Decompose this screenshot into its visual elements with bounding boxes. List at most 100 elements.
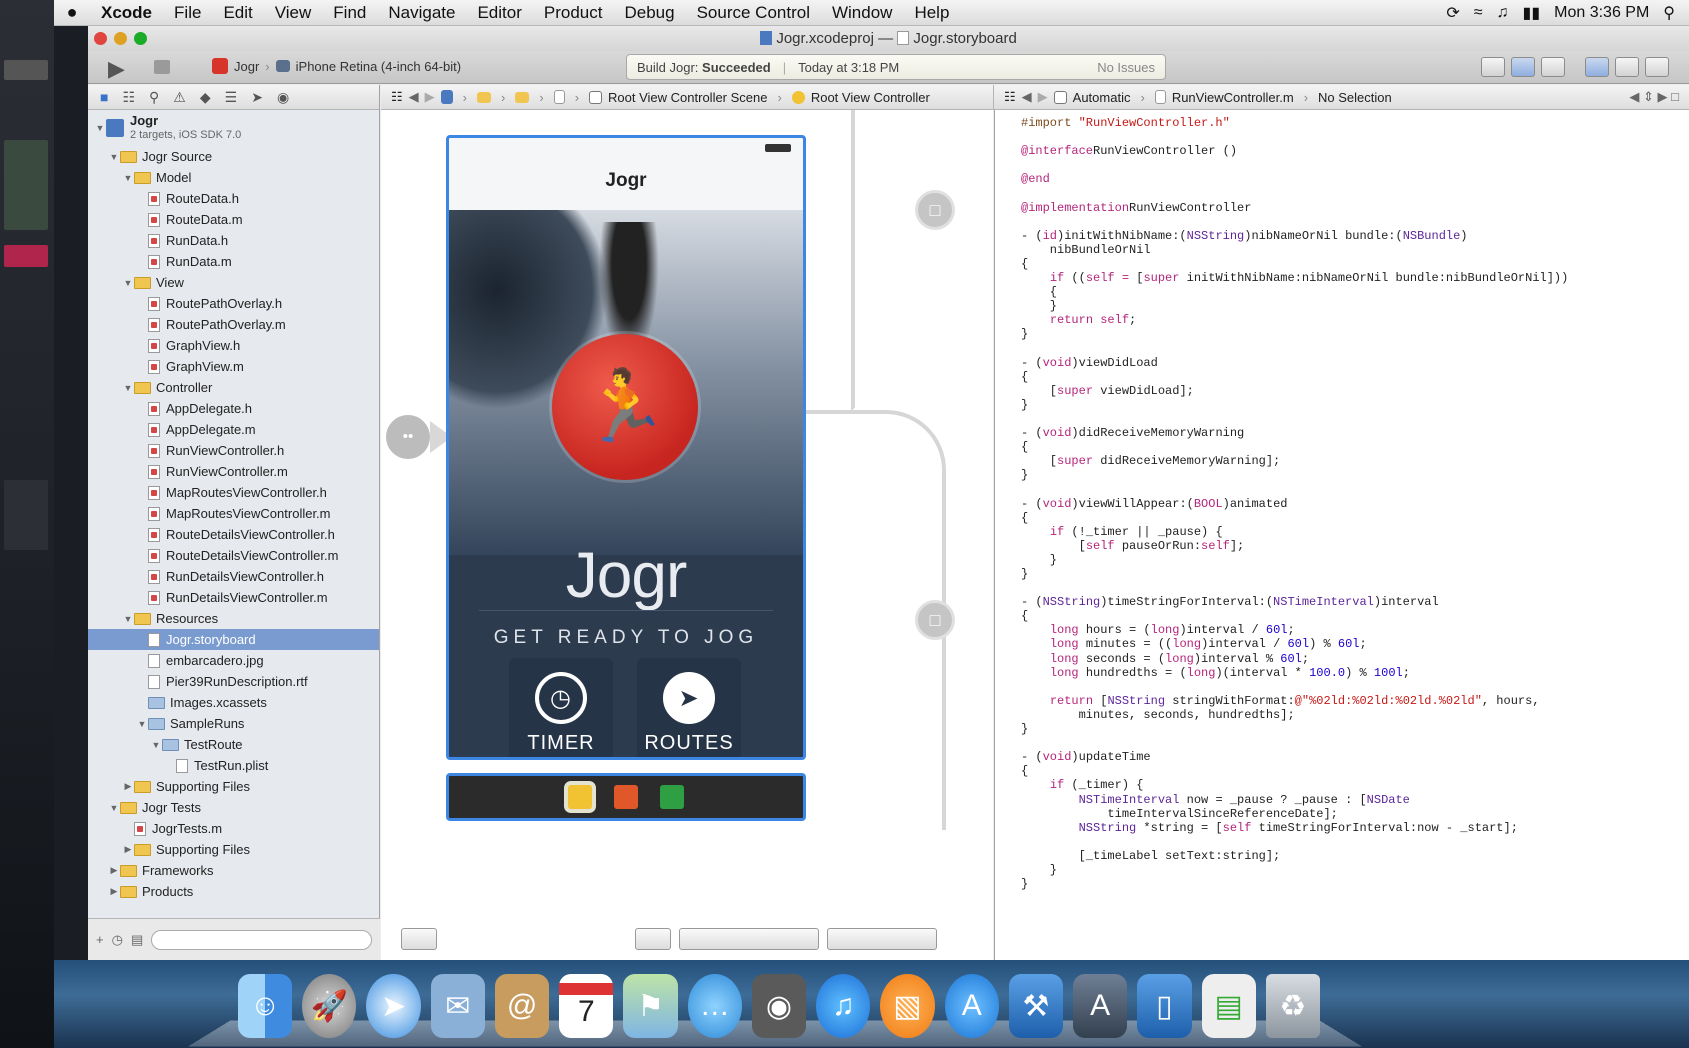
tree-item[interactable]: RouteDetailsViewController.m [88, 545, 379, 566]
tree-item[interactable]: RunData.h [88, 230, 379, 251]
tree-item[interactable]: RouteData.h [88, 188, 379, 209]
storyboard-canvas[interactable]: □ □ •• Jogr 🏃 Jogr GET READY TO JOG ◷ TI… [381, 85, 993, 960]
disclosure-triangle-icon[interactable]: ▼ [122, 278, 134, 288]
code-line[interactable]: } [1021, 722, 1689, 736]
code-line[interactable]: } [1021, 299, 1689, 313]
menu-app-name[interactable]: Xcode [90, 3, 163, 23]
scm-filter-icon[interactable]: ▤ [131, 932, 143, 948]
jump-project-icon[interactable] [440, 90, 453, 104]
code-line[interactable] [1021, 736, 1689, 750]
jump-folder-icon[interactable] [515, 91, 530, 103]
code-line[interactable]: } [1021, 567, 1689, 581]
code-line[interactable] [1021, 482, 1689, 496]
disclosure-triangle-icon[interactable]: ▶ [122, 781, 134, 792]
search-navigator-icon[interactable]: ⚲ [149, 89, 159, 106]
assistant-code-editor[interactable]: #import "RunViewController.h" @interfaceR… [994, 85, 1689, 960]
initial-scene-entry-icon[interactable]: •• [386, 415, 430, 459]
menu-edit[interactable]: Edit [212, 3, 263, 23]
apple-menu-icon[interactable]: ● [54, 2, 90, 23]
tree-item[interactable]: Images.xcassets [88, 692, 379, 713]
first-responder-icon[interactable] [614, 785, 638, 809]
jump-storyboard-icon[interactable] [553, 90, 565, 104]
preview-icon[interactable]: ▤ [1201, 974, 1256, 1038]
tree-item[interactable]: RouteDetailsViewController.h [88, 524, 379, 545]
trash-icon[interactable]: ♻ [1265, 974, 1320, 1038]
code-line[interactable]: @end [1021, 172, 1689, 186]
code-line[interactable]: nibBundleOrNil [1021, 243, 1689, 257]
log-navigator-icon[interactable]: ◉ [277, 89, 289, 106]
time-machine-icon[interactable]: ⟳ [1446, 3, 1459, 23]
forward-arrow-icon[interactable]: ▶ [425, 89, 435, 105]
disclosure-triangle-icon[interactable]: ▼ [122, 383, 134, 393]
code-line[interactable]: [_timeLabel setText:string]; [1021, 849, 1689, 863]
code-line[interactable]: if ((self = [super initWithNibName:nibNa… [1021, 271, 1689, 285]
disclosure-triangle-icon[interactable]: ▼ [108, 803, 120, 813]
disclosure-triangle-icon[interactable]: ▼ [136, 719, 148, 729]
tree-item[interactable]: Pier39RunDescription.rtf [88, 671, 379, 692]
tree-item[interactable]: embarcadero.jpg [88, 650, 379, 671]
code-line[interactable]: { [1021, 609, 1689, 623]
minimize-window-button[interactable] [114, 32, 127, 45]
menu-help[interactable]: Help [903, 3, 960, 23]
root-view-controller-scene[interactable]: Jogr 🏃 Jogr GET READY TO JOG ◷ TIMER ➤ R… [446, 135, 806, 760]
code-line[interactable]: [super didReceiveMemoryWarning]; [1021, 454, 1689, 468]
tree-item[interactable]: ▶ Supporting Files [88, 776, 379, 797]
assistant-editor-button[interactable] [1511, 57, 1535, 77]
standard-editor-button[interactable] [1481, 57, 1505, 77]
disclosure-triangle-icon[interactable]: ▶ [108, 865, 120, 876]
tree-item[interactable]: ▼ TestRoute [88, 734, 379, 755]
code-line[interactable]: NSTimeInterval now = _pause ? _pause : [… [1021, 793, 1689, 807]
itunes-icon[interactable]: ♫ [816, 974, 871, 1038]
tree-item[interactable]: ▼ SampleRuns [88, 713, 379, 734]
tree-item[interactable]: ▼ View [88, 272, 379, 293]
xcode-icon[interactable]: ⚒ [1008, 974, 1064, 1038]
menu-source-control[interactable]: Source Control [686, 3, 821, 23]
tree-item[interactable]: ▼ Jogr Tests [88, 797, 379, 818]
code-line[interactable] [1021, 412, 1689, 426]
tree-item[interactable]: AppDelegate.m [88, 419, 379, 440]
code-line[interactable]: long seconds = (long)interval % 60l; [1021, 652, 1689, 666]
maps-icon[interactable]: ⚑ [623, 974, 678, 1038]
tree-item[interactable]: MapRoutesViewController.m [88, 503, 379, 524]
close-window-button[interactable] [94, 32, 107, 45]
mail-icon[interactable]: ✉ [430, 974, 485, 1038]
code-line[interactable]: minutes, seconds, hundredths]; [1021, 708, 1689, 722]
align-pin-resolve-group[interactable] [679, 928, 819, 950]
disclosure-triangle-icon[interactable]: ▼ [122, 173, 134, 183]
tree-item[interactable]: ▼ Controller [88, 377, 379, 398]
editor-back-arrow-icon[interactable]: ◀ [1022, 89, 1032, 105]
menu-debug[interactable]: Debug [613, 3, 685, 23]
version-editor-button[interactable] [1541, 57, 1565, 77]
code-line[interactable]: - (id)initWithNibName:(NSString)nibNameO… [1021, 229, 1689, 243]
code-line[interactable] [1021, 186, 1689, 200]
tree-item[interactable]: RoutePathOverlay.m [88, 314, 379, 335]
menu-clock[interactable]: Mon 3:36 PM [1554, 4, 1649, 22]
code-line[interactable] [1021, 215, 1689, 229]
code-line[interactable]: if (_timer) { [1021, 778, 1689, 792]
code-line[interactable]: - (void)didReceiveMemoryWarning [1021, 426, 1689, 440]
form-factor-toggle[interactable] [635, 928, 671, 950]
code-line[interactable]: } [1021, 553, 1689, 567]
jump-scene[interactable]: Root View Controller Scene [608, 90, 767, 105]
messages-icon[interactable]: … [687, 974, 742, 1038]
code-line[interactable]: [super viewDidLoad]; [1021, 384, 1689, 398]
contacts-icon[interactable]: @ [494, 974, 550, 1038]
safari-icon[interactable]: ➤ [366, 974, 421, 1038]
test-navigator-icon[interactable]: ◆ [200, 89, 211, 106]
menu-file[interactable]: File [163, 3, 212, 23]
code-line[interactable]: return [NSString stringWithFormat:@"%02l… [1021, 694, 1689, 708]
disclosure-triangle-icon[interactable]: ▶ [108, 886, 120, 897]
tree-item[interactable]: MapRoutesViewController.h [88, 482, 379, 503]
calendar-icon[interactable]: 7 [559, 974, 614, 1038]
code-line[interactable]: { [1021, 370, 1689, 384]
code-line[interactable]: - (void)viewDidLoad [1021, 356, 1689, 370]
code-line[interactable]: { [1021, 440, 1689, 454]
code-line[interactable]: { [1021, 285, 1689, 299]
folder-icon[interactable]: ■ [100, 89, 108, 105]
tree-item[interactable]: Jogr.storyboard [88, 629, 379, 650]
editor-forward-arrow-icon[interactable]: ▶ [1038, 89, 1048, 105]
jump-controller[interactable]: Root View Controller [811, 90, 930, 105]
code-line[interactable]: @interfaceRunViewController () [1021, 144, 1689, 158]
instruments-icon[interactable]: A [1073, 974, 1128, 1038]
app-store-icon[interactable]: A [944, 974, 999, 1038]
